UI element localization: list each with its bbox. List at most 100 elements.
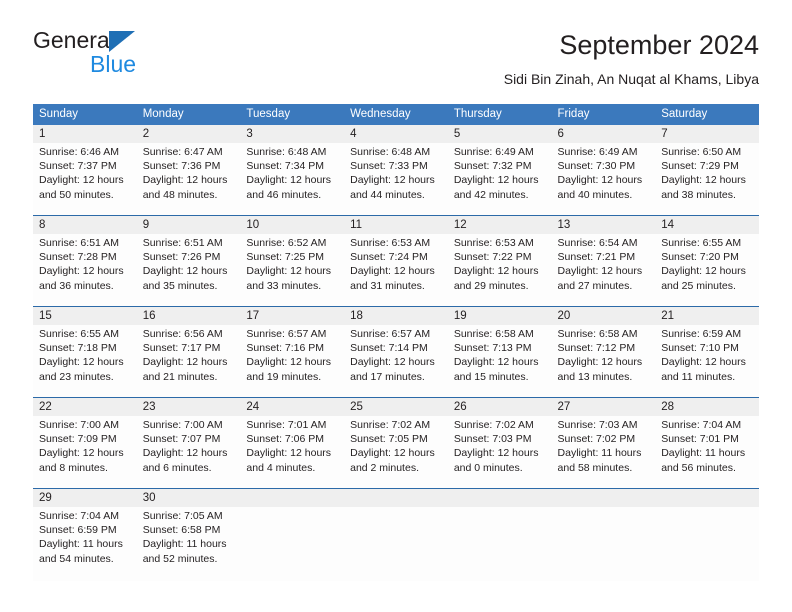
day-cell[interactable]: Sunrise: 6:51 AM Sunset: 7:26 PM Daylight:…: [137, 234, 241, 306]
day-cell[interactable]: Sunrise: 6:48 AM Sunset: 7:33 PM Daylight:…: [344, 143, 448, 215]
day-detail-line: Daylight: 12 hours: [557, 265, 643, 278]
calendar-week-row: 29 30 Sunrise: 7:04 AM Sunset: 6:59 PM Dayli…: [33, 488, 759, 581]
day-cell[interactable]: Sunrise: 7:04 AM Sunset: 6:59 PM Daylight:…: [33, 507, 137, 581]
day-number[interactable]: 17: [240, 307, 344, 325]
day-cell[interactable]: Sunrise: 6:50 AM Sunset: 7:29 PM Daylight:…: [655, 143, 759, 215]
day-number[interactable]: 22: [33, 398, 137, 416]
day-cell[interactable]: Sunrise: 6:52 AM Sunset: 7:25 PM Daylight:…: [240, 234, 344, 306]
day-number[interactable]: 8: [33, 216, 137, 234]
day-detail-line: Sunrise: 7:05 AM: [142, 510, 223, 522]
day-cell[interactable]: Sunrise: 6:46 AM Sunset: 7:37 PM Daylight:…: [33, 143, 137, 215]
day-number-strip: 15 16 17 18 19 20 21: [33, 307, 759, 325]
day-cell[interactable]: Sunrise: 6:53 AM Sunset: 7:24 PM Daylight:…: [344, 234, 448, 306]
day-number[interactable]: 12: [448, 216, 552, 234]
day-number[interactable]: 24: [240, 398, 344, 416]
day-detail-line: Sunset: 7:29 PM: [661, 160, 739, 173]
day-detail-line: and 40 minutes.: [557, 188, 633, 201]
calendar-body: 1 2 3 4 5 6 7 Sunrise: 6:46 AM Sunset: 7:37 PM Da…: [33, 125, 759, 581]
day-detail-row: Sunrise: 7:00 AM Sunset: 7:09 PM Daylight:…: [33, 416, 759, 488]
calendar-table: Sunday Monday Tuesday Wednesday Thursday…: [33, 104, 759, 581]
day-number[interactable]: 10: [240, 216, 344, 234]
day-number-strip: 1234567: [33, 125, 759, 143]
day-cell[interactable]: Sunrise: 6:49 AM Sunset: 7:32 PM Daylight:…: [448, 143, 552, 215]
day-number[interactable]: 21: [655, 307, 759, 325]
brand-logo[interactable]: General Blue: [33, 28, 233, 86]
day-detail-line: Sunrise: 6:52 AM: [246, 237, 327, 249]
day-cell[interactable]: Sunrise: 6:55 AM Sunset: 7:20 PM Daylight:…: [655, 234, 759, 306]
day-number[interactable]: 26: [448, 398, 552, 416]
day-detail-line: Daylight: 12 hours: [350, 447, 435, 460]
day-number[interactable]: 20: [552, 307, 656, 325]
day-detail-line: Daylight: 12 hours: [246, 447, 332, 460]
day-number[interactable]: 3: [240, 125, 344, 143]
day-detail-line: and 6 minutes.: [142, 461, 212, 474]
day-number[interactable]: 7: [655, 125, 759, 143]
day-number[interactable]: 14: [655, 216, 759, 234]
day-cell[interactable]: Sunrise: 6:57 AM Sunset: 7:14 PM Daylight:…: [344, 325, 448, 397]
day-number[interactable]: 18: [344, 307, 448, 325]
day-detail-line: and 48 minutes.: [142, 188, 218, 201]
day-detail-line: and 56 minutes.: [661, 461, 736, 474]
day-cell[interactable]: Sunrise: 6:49 AM Sunset: 7:30 PM Daylight:…: [552, 143, 656, 215]
weekday-header-wednesday: Wednesday: [350, 108, 411, 120]
day-number[interactable]: 13: [552, 216, 656, 234]
day-cell[interactable]: Sunrise: 7:04 AM Sunset: 7:01 PM Daylight:…: [655, 416, 759, 488]
day-cell[interactable]: Sunrise: 7:02 AM Sunset: 7:05 PM Daylight:…: [344, 416, 448, 488]
day-number[interactable]: 5: [448, 125, 552, 143]
day-number[interactable]: 9: [137, 216, 241, 234]
day-cell[interactable]: Sunrise: 7:01 AM Sunset: 7:06 PM Daylight:…: [240, 416, 344, 488]
day-detail-line: Daylight: 12 hours: [350, 174, 435, 187]
page-title: September 2024: [559, 30, 759, 60]
day-cell[interactable]: Sunrise: 6:59 AM Sunset: 7:10 PM Daylight:…: [655, 325, 759, 397]
day-number[interactable]: 23: [137, 398, 241, 416]
day-detail-line: Sunset: 7:12 PM: [557, 342, 636, 355]
day-detail-line: Sunset: 7:36 PM: [142, 160, 221, 173]
day-cell[interactable]: Sunrise: 6:47 AM Sunset: 7:36 PM Daylight:…: [137, 143, 241, 215]
day-detail-line: Daylight: 12 hours: [142, 174, 228, 187]
day-cell[interactable]: Sunrise: 6:57 AM Sunset: 7:16 PM Daylight:…: [240, 325, 344, 397]
day-number[interactable]: 2: [137, 125, 241, 143]
day-detail-line: Sunrise: 6:49 AM: [453, 146, 534, 158]
day-cell[interactable]: Sunrise: 7:05 AM Sunset: 6:58 PM Daylight:…: [137, 507, 241, 581]
day-number[interactable]: 1: [33, 125, 137, 143]
day-number[interactable]: 4: [344, 125, 448, 143]
day-cell[interactable]: Sunrise: 6:58 AM Sunset: 7:13 PM Daylight:…: [448, 325, 552, 397]
day-detail-line: and 58 minutes.: [557, 461, 633, 474]
day-number[interactable]: 16: [137, 307, 241, 325]
day-number[interactable]: 29: [33, 489, 137, 507]
day-cell[interactable]: Sunrise: 7:02 AM Sunset: 7:03 PM Daylight:…: [448, 416, 552, 488]
day-cell[interactable]: Sunrise: 7:00 AM Sunset: 7:07 PM Daylight:…: [137, 416, 241, 488]
day-detail-line: Sunset: 7:10 PM: [661, 342, 739, 355]
page-subtitle: Sidi Bin Zinah, An Nuqat al Khams, Libya: [503, 71, 759, 87]
day-cell[interactable]: Sunrise: 7:00 AM Sunset: 7:09 PM Daylight:…: [33, 416, 137, 488]
day-number[interactable]: 19: [448, 307, 552, 325]
day-number[interactable]: 25: [344, 398, 448, 416]
day-detail-line: and 13 minutes.: [557, 370, 633, 383]
day-number[interactable]: 6: [552, 125, 656, 143]
day-cell[interactable]: Sunrise: 7:03 AM Sunset: 7:02 PM Daylight:…: [552, 416, 656, 488]
day-cell[interactable]: Sunrise: 6:53 AM Sunset: 7:22 PM Daylight:…: [448, 234, 552, 306]
day-detail-line: Sunset: 7:20 PM: [661, 251, 739, 264]
day-number[interactable]: 27: [552, 398, 656, 416]
day-detail-line: Sunrise: 7:02 AM: [350, 419, 431, 431]
day-detail-row: Sunrise: 6:51 AM Sunset: 7:28 PM Daylight:…: [33, 234, 759, 306]
day-number[interactable]: 11: [344, 216, 448, 234]
day-number[interactable]: 30: [137, 489, 241, 507]
day-cell[interactable]: Sunrise: 6:58 AM Sunset: 7:12 PM Daylight:…: [552, 325, 656, 397]
day-detail-line: Daylight: 12 hours: [246, 356, 332, 369]
calendar-week-row: 8 9 10 11 12 13 14 Sunrise: 6:51 AM Sunset: 7:28…: [33, 215, 759, 306]
day-detail-line: Daylight: 12 hours: [557, 174, 643, 187]
day-cell[interactable]: Sunrise: 6:55 AM Sunset: 7:18 PM Daylight:…: [33, 325, 137, 397]
day-number[interactable]: 28: [655, 398, 759, 416]
day-number[interactable]: 15: [33, 307, 137, 325]
day-cell[interactable]: Sunrise: 6:51 AM Sunset: 7:28 PM Daylight:…: [33, 234, 137, 306]
day-cell[interactable]: Sunrise: 6:48 AM Sunset: 7:34 PM Daylight:…: [240, 143, 344, 215]
day-detail-line: Daylight: 12 hours: [661, 174, 746, 187]
day-detail-line: Sunrise: 6:49 AM: [557, 146, 638, 158]
weekday-header-sunday: Sunday: [39, 108, 79, 120]
page-header: General Blue September 2024 Sidi Bin Zin…: [33, 28, 759, 96]
day-cell[interactable]: Sunrise: 6:56 AM Sunset: 7:17 PM Daylight:…: [137, 325, 241, 397]
day-detail-line: Daylight: 12 hours: [453, 174, 539, 187]
day-cell[interactable]: Sunrise: 6:54 AM Sunset: 7:21 PM Daylight:…: [552, 234, 656, 306]
day-detail-line: and 17 minutes.: [350, 370, 425, 383]
